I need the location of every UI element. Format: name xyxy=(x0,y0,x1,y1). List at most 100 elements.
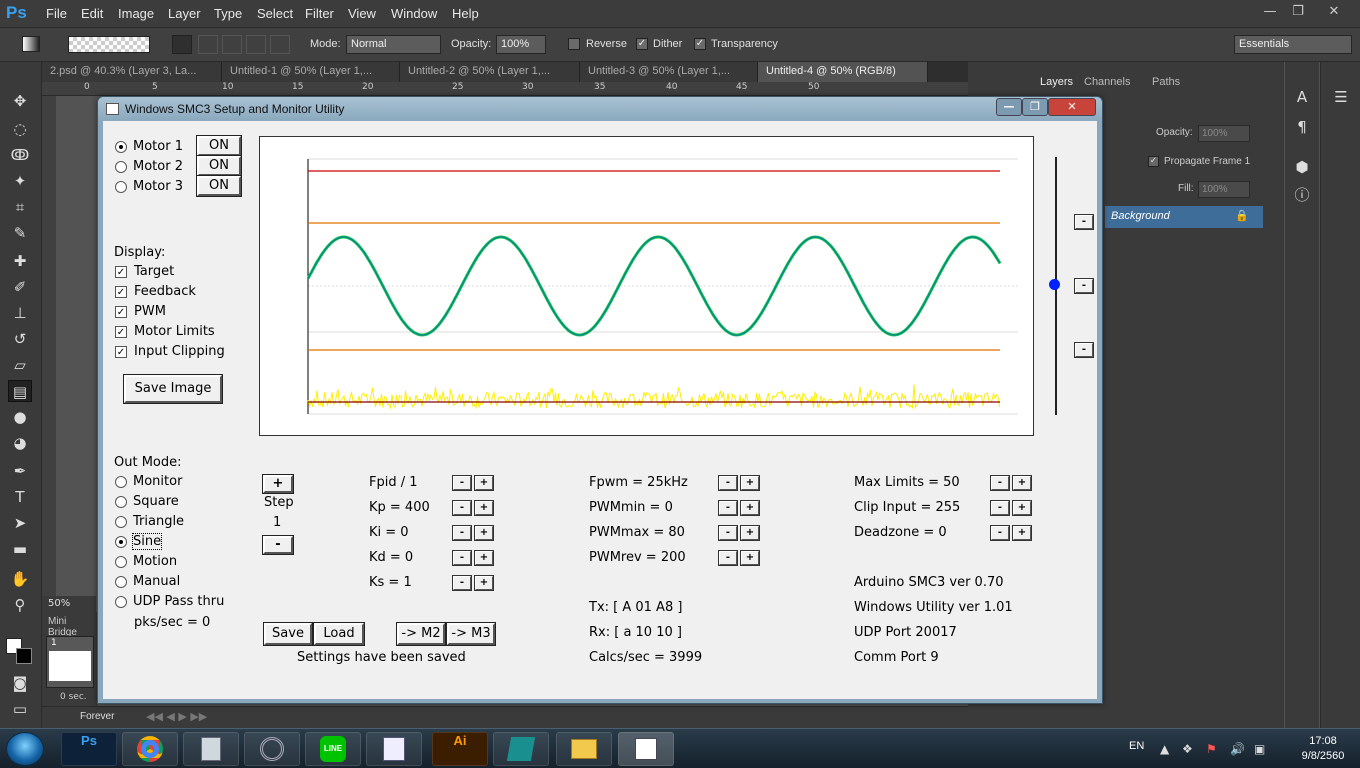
motor-3-on-button[interactable]: ON xyxy=(196,175,242,197)
save-image-button[interactable]: Save Image xyxy=(123,374,223,404)
tray-network-icon[interactable]: ⚑ xyxy=(1206,742,1217,756)
pwmmax-minus-button[interactable]: - xyxy=(718,525,738,541)
history-brush-icon[interactable]: ↺ xyxy=(8,328,32,350)
tab-untitled-1[interactable]: Untitled-1 @ 50% (Layer 1,... xyxy=(222,62,400,82)
lasso-tool-icon[interactable]: ↂ xyxy=(8,144,32,166)
linear-gradient-icon[interactable] xyxy=(172,35,192,54)
tray-language[interactable]: EN xyxy=(1129,740,1144,752)
taskbar-document[interactable] xyxy=(366,732,422,766)
pwmmin-minus-button[interactable]: - xyxy=(718,500,738,516)
position-slider-knob[interactable] xyxy=(1049,279,1060,290)
smc3-close-button[interactable]: ✕ xyxy=(1048,98,1096,116)
smc3-titlebar[interactable]: Windows SMC3 Setup and Monitor Utility —… xyxy=(98,97,1102,121)
marquee-tool-icon[interactable]: ◌ xyxy=(8,118,32,140)
tray-clock[interactable]: 17:08 9/8/2560 xyxy=(1288,734,1358,764)
motor-limits-label[interactable]: Motor Limits xyxy=(134,324,215,339)
type-tool-icon[interactable]: T xyxy=(8,486,32,508)
fpwm-plus-button[interactable]: + xyxy=(740,475,760,491)
menu-view[interactable]: View xyxy=(348,6,376,21)
ps-close-button[interactable]: ✕ xyxy=(1320,2,1348,22)
mode-udp-radio[interactable] xyxy=(115,596,127,608)
pwmmax-plus-button[interactable]: + xyxy=(740,525,760,541)
mode-select[interactable]: Normal xyxy=(346,35,441,54)
layers-opacity-input[interactable]: 100% xyxy=(1198,125,1250,142)
load-settings-button[interactable]: Load xyxy=(313,622,365,646)
mode-manual-radio[interactable] xyxy=(115,576,127,588)
plot-scale-top-button[interactable]: - xyxy=(1074,214,1094,230)
menu-select[interactable]: Select xyxy=(257,6,293,21)
zoom-level[interactable]: 50% xyxy=(42,596,96,612)
tab-channels[interactable]: Channels xyxy=(1084,76,1130,88)
smc3-maximize-button[interactable]: ❐ xyxy=(1022,98,1048,116)
target-label[interactable]: Target xyxy=(134,264,174,279)
motor-2-radio[interactable] xyxy=(115,161,127,173)
background-color-swatch[interactable] xyxy=(16,648,32,664)
kp-plus-button[interactable]: + xyxy=(474,500,494,516)
tray-expand-icon[interactable]: ▲ xyxy=(1160,742,1169,756)
loop-select[interactable]: Forever xyxy=(80,711,114,722)
pwmrev-minus-button[interactable]: - xyxy=(718,550,738,566)
healing-brush-icon[interactable]: ✚ xyxy=(8,250,32,272)
taskbar-chrome[interactable] xyxy=(122,732,178,766)
info-panel-icon[interactable]: ⓘ xyxy=(1290,184,1314,206)
motor-1-radio[interactable] xyxy=(115,141,127,153)
plot-scale-bottom-button[interactable]: - xyxy=(1074,342,1094,358)
taskbar-3dsmax[interactable] xyxy=(493,732,549,766)
start-button[interactable] xyxy=(6,732,44,766)
pwm-label[interactable]: PWM xyxy=(134,304,166,319)
timeline-controls-icon[interactable]: ◀◀ ◀ ▶ ▶▶ xyxy=(146,710,207,723)
mode-triangle-label[interactable]: Triangle xyxy=(133,514,184,529)
mode-sine-radio[interactable] xyxy=(115,536,127,548)
ki-minus-button[interactable]: - xyxy=(452,525,472,541)
max-limits-plus-button[interactable]: + xyxy=(1012,475,1032,491)
mode-monitor-label[interactable]: Monitor xyxy=(133,474,182,489)
paragraph-panel-icon[interactable]: ¶ xyxy=(1290,116,1314,138)
motor-limits-checkbox[interactable]: ✓ xyxy=(115,326,127,338)
plot-scale-mid-button[interactable]: - xyxy=(1074,278,1094,294)
copy-to-m2-button[interactable]: -> M2 xyxy=(396,622,446,646)
feedback-label[interactable]: Feedback xyxy=(134,284,196,299)
zoom-tool-icon[interactable]: ⚲ xyxy=(8,594,32,616)
input-clipping-checkbox[interactable]: ✓ xyxy=(115,346,127,358)
stamp-tool-icon[interactable]: ⊥ xyxy=(8,302,32,324)
blur-tool-icon[interactable]: ● xyxy=(8,406,32,428)
pwmrev-plus-button[interactable]: + xyxy=(740,550,760,566)
clip-input-plus-button[interactable]: + xyxy=(1012,500,1032,516)
ps-restore-button[interactable]: ❐ xyxy=(1284,2,1312,22)
pwm-checkbox[interactable]: ✓ xyxy=(115,306,127,318)
tab-paths[interactable]: Paths xyxy=(1152,76,1180,88)
save-settings-button[interactable]: Save xyxy=(263,622,313,646)
kd-minus-button[interactable]: - xyxy=(452,550,472,566)
properties-panel-icon[interactable]: ☰ xyxy=(1329,86,1353,108)
diamond-gradient-icon[interactable] xyxy=(270,35,290,54)
motor-1-label[interactable]: Motor 1 xyxy=(133,139,183,154)
opacity-input[interactable]: 100% xyxy=(496,35,546,54)
fill-input[interactable]: 100% xyxy=(1198,181,1250,198)
ps-minimize-button[interactable]: — xyxy=(1256,2,1284,22)
menu-window[interactable]: Window xyxy=(391,6,437,21)
taskbar-calculator[interactable] xyxy=(183,732,239,766)
mini-bridge-label[interactable]: Mini Bridge xyxy=(48,616,98,638)
fpwm-minus-button[interactable]: - xyxy=(718,475,738,491)
feedback-checkbox[interactable]: ✓ xyxy=(115,286,127,298)
reverse-checkbox[interactable] xyxy=(568,38,580,50)
taskbar-smc3[interactable] xyxy=(618,732,674,766)
target-checkbox[interactable]: ✓ xyxy=(115,266,127,278)
shape-tool-icon[interactable]: ▬ xyxy=(8,538,32,560)
mode-motion-label[interactable]: Motion xyxy=(133,554,177,569)
step-plus-button[interactable]: + xyxy=(262,474,294,494)
ks-plus-button[interactable]: + xyxy=(474,575,494,591)
frame-thumbnail[interactable]: 1 xyxy=(46,636,94,688)
eyedropper-icon[interactable]: ✎ xyxy=(8,222,32,244)
motor-3-radio[interactable] xyxy=(115,181,127,193)
input-clipping-label[interactable]: Input Clipping xyxy=(134,344,225,359)
fpid-minus-button[interactable]: - xyxy=(452,475,472,491)
tray-dropbox-icon[interactable]: ❖ xyxy=(1182,742,1193,756)
3d-panel-icon[interactable]: ⬢ xyxy=(1290,156,1314,178)
clip-input-minus-button[interactable]: - xyxy=(990,500,1010,516)
deadzone-minus-button[interactable]: - xyxy=(990,525,1010,541)
mode-motion-radio[interactable] xyxy=(115,556,127,568)
ks-minus-button[interactable]: - xyxy=(452,575,472,591)
gradient-tool-icon[interactable] xyxy=(22,36,40,52)
copy-to-m3-button[interactable]: -> M3 xyxy=(446,622,496,646)
